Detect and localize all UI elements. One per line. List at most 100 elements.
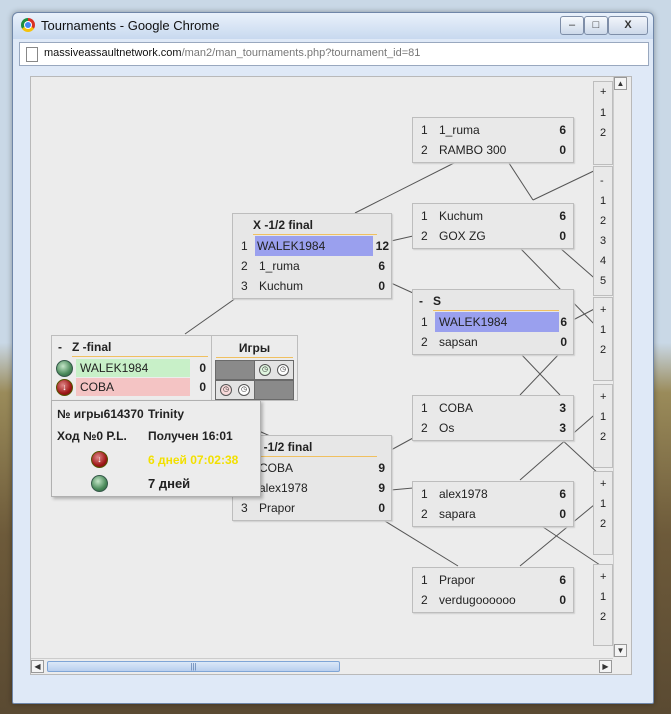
player-name[interactable]: sapsan: [439, 332, 478, 352]
clock-icon[interactable]: ◷: [238, 384, 250, 396]
player-name[interactable]: 1_ruma: [439, 120, 480, 140]
horizontal-scrollbar[interactable]: ◀ ||| ▶: [31, 658, 613, 673]
player-name[interactable]: verdugoooooo: [439, 590, 516, 610]
scroll-left-button[interactable]: ◀: [31, 660, 44, 673]
player-name[interactable]: 1_ruma: [259, 256, 300, 276]
edge-group-box[interactable]: + 1 2: [593, 297, 613, 381]
player-name[interactable]: WALEK1984: [255, 236, 373, 256]
minimize-button[interactable]: –: [560, 16, 584, 35]
game-tooltip: № игры614370 Trinity Ход №0 P.L. Получен…: [51, 400, 261, 497]
clock-icon[interactable]: ◷: [220, 384, 232, 396]
final-box[interactable]: - Z -final WALEK1984 0 ↓ COBA 0: [51, 335, 213, 401]
seed-number: 3: [241, 501, 248, 515]
match-row: 2 Os 3: [413, 418, 573, 438]
player-name[interactable]: RAMBO 300: [439, 140, 506, 160]
edge-group-box[interactable]: + 1 2: [593, 471, 613, 555]
seed-number: 1: [421, 123, 428, 137]
edge-seed: 3: [600, 235, 607, 247]
player-name[interactable]: COBA: [259, 458, 293, 478]
group-s-box[interactable]: - S 1 WALEK1984 6 2 sapsan 0: [412, 289, 574, 355]
collapse-toggle[interactable]: -: [419, 294, 423, 308]
close-button[interactable]: X: [608, 16, 648, 35]
match-box[interactable]: 1 alex1978 6 2 sapara 0: [412, 481, 574, 527]
seed-number: 1: [421, 401, 428, 415]
collapse-toggle[interactable]: -: [600, 175, 604, 187]
player-name[interactable]: WALEK1984: [435, 312, 559, 332]
semi-final-x-box[interactable]: X -1/2 final 1 WALEK1984 12 2 1_ruma 6 3 Kuch…: [232, 213, 392, 299]
player-score: 0: [559, 593, 566, 607]
player-score: 0: [560, 335, 567, 349]
seed-number: 1: [421, 315, 428, 329]
scroll-up-button[interactable]: ▲: [614, 77, 627, 90]
player-score: 3: [559, 401, 566, 415]
player-score: 0: [559, 507, 566, 521]
header-rule: [216, 357, 293, 358]
games-header: Игры: [238, 341, 271, 355]
received-time: Получен 16:01: [148, 429, 233, 443]
player-name[interactable]: Prapor: [439, 570, 475, 590]
match-box[interactable]: 1 COBA 3 2 Os 3: [412, 395, 574, 441]
match-box[interactable]: 1 Prapor 6 2 verdugoooooo 0: [412, 567, 574, 613]
address-bar[interactable]: massiveassaultnetwork.com/man2/man_tourn…: [19, 42, 649, 66]
player-name[interactable]: COBA: [439, 398, 473, 418]
clock-icon[interactable]: ◷: [277, 364, 289, 376]
edge-group-box[interactable]: + 1 2: [593, 81, 613, 165]
collapse-toggle[interactable]: -: [58, 340, 62, 354]
match-box[interactable]: 1 Kuchum 6 2 GOX ZG 0: [412, 203, 574, 249]
group-row: 1 WALEK1984 6: [413, 312, 573, 332]
expand-toggle[interactable]: +: [600, 391, 606, 403]
title-bar: Tournaments - Google Chrome – □ X: [13, 13, 653, 39]
scroll-right-button[interactable]: ▶: [599, 660, 612, 673]
player-name[interactable]: alex1978: [439, 484, 488, 504]
player-name[interactable]: Prapor: [259, 498, 295, 518]
player-name[interactable]: GOX ZG: [439, 226, 486, 246]
edge-group-box[interactable]: + 1 2: [593, 564, 613, 646]
clock-icon[interactable]: ◷: [259, 364, 271, 376]
expand-toggle[interactable]: +: [600, 478, 606, 490]
match-box[interactable]: 1 1_ruma 6 2 RAMBO 300 0: [412, 117, 574, 163]
player-score: 6: [559, 487, 566, 501]
player-score: 0: [559, 229, 566, 243]
player-score: 0: [378, 501, 385, 515]
player-name[interactable]: Os: [439, 418, 454, 438]
maximize-button[interactable]: □: [584, 16, 608, 35]
header-rule: [433, 310, 559, 311]
scroll-down-button[interactable]: ▼: [614, 644, 627, 657]
final-row: WALEK1984 0: [56, 359, 208, 377]
match-row: 1 Prapor 6: [413, 570, 573, 590]
player-name[interactable]: WALEK1984: [76, 359, 190, 377]
url-path: /man2/man_tournaments.php?tournament_id=…: [181, 47, 421, 59]
edge-seed: 2: [600, 611, 607, 623]
player-score: 0: [378, 279, 385, 293]
group-row: 2 1_ruma 6: [233, 256, 391, 276]
group-row: 3 Prapor 0: [233, 498, 391, 518]
expand-toggle[interactable]: +: [600, 571, 606, 583]
game-cell[interactable]: ◷ ◷: [254, 360, 294, 380]
edge-group-box[interactable]: + 1 2: [593, 384, 613, 468]
match-row: 1 COBA 3: [413, 398, 573, 418]
edge-group-box[interactable]: - 1 2 3 4 5: [593, 166, 613, 296]
player-name[interactable]: sapara: [439, 504, 476, 524]
player-name[interactable]: COBA: [76, 378, 190, 396]
header-rule: [253, 456, 377, 457]
match-row: 1 alex1978 6: [413, 484, 573, 504]
match-row: 1 Kuchum 6: [413, 206, 573, 226]
seed-number: 2: [421, 507, 428, 521]
vertical-scrollbar[interactable]: ▲ ▼: [613, 77, 627, 657]
expand-toggle[interactable]: +: [600, 304, 606, 316]
player-name[interactable]: Kuchum: [439, 206, 483, 226]
chrome-logo-icon: [21, 18, 35, 32]
game-cell[interactable]: ◷ ◷: [215, 380, 255, 400]
player-name[interactable]: alex1978: [259, 478, 308, 498]
player-name[interactable]: Kuchum: [259, 276, 303, 296]
player-score: 6: [559, 123, 566, 137]
url-text[interactable]: massiveassaultnetwork.com/man2/man_tourn…: [44, 47, 420, 59]
map-name: Trinity: [148, 407, 185, 421]
player-score: 3: [559, 421, 566, 435]
seed-number: 2: [421, 421, 428, 435]
expand-toggle[interactable]: +: [600, 86, 606, 98]
horizontal-scroll-thumb[interactable]: |||: [47, 661, 340, 672]
seed-number: 2: [421, 229, 428, 243]
time-remaining: 6 дней 07:02:38: [148, 453, 239, 467]
game-cell-empty: [254, 380, 294, 400]
